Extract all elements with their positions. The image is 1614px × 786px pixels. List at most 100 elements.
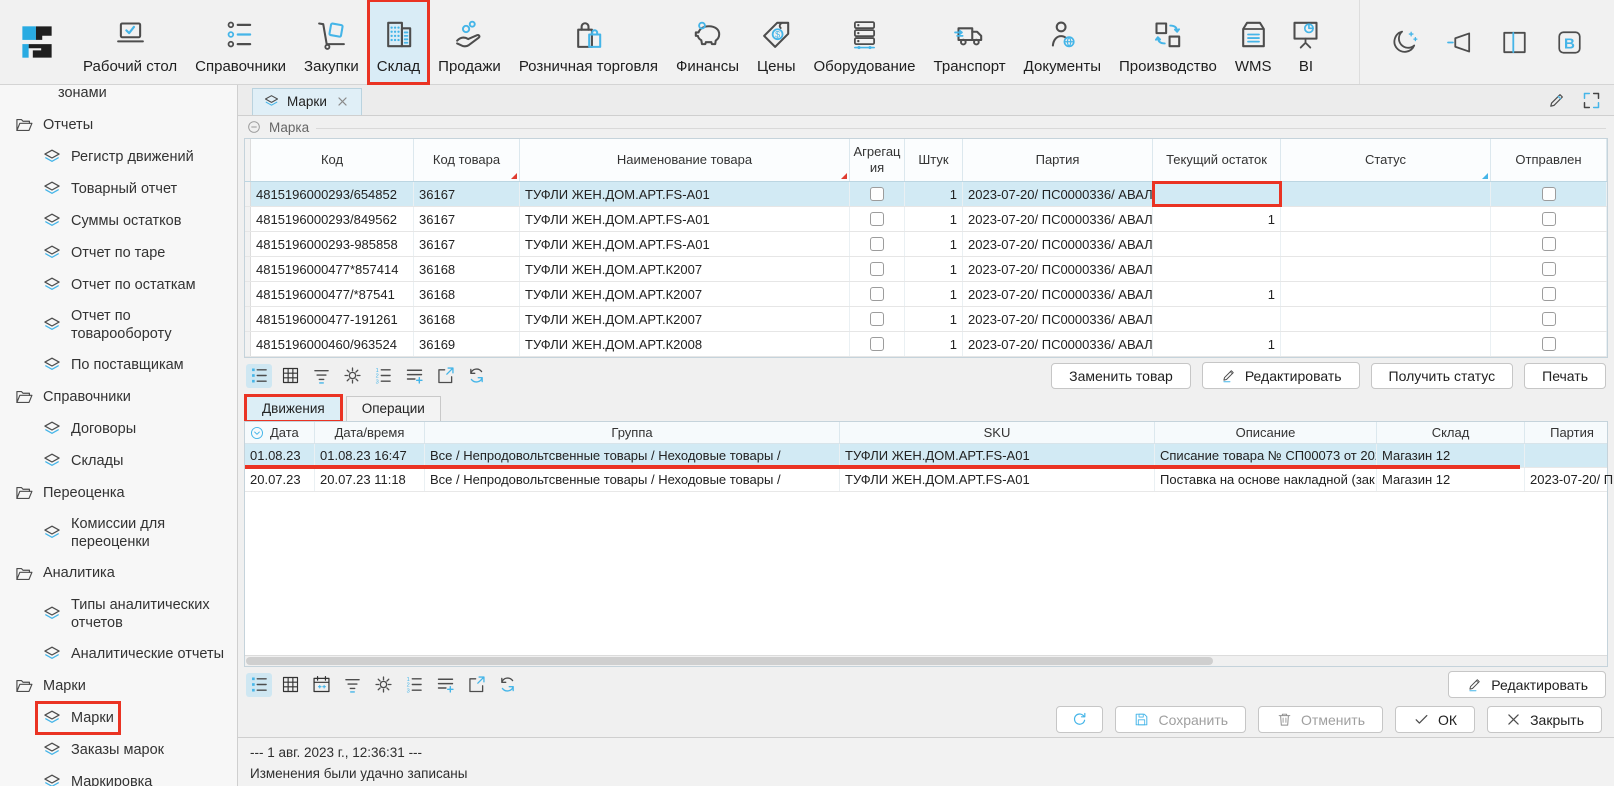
table-cell[interactable]: 36167 xyxy=(414,182,520,206)
checkbox[interactable] xyxy=(1542,337,1556,351)
tab-active[interactable]: Движения xyxy=(246,396,341,421)
sidebar-folder[interactable]: Переоценка xyxy=(0,477,237,509)
column-header[interactable]: Код товара xyxy=(414,139,520,181)
table-cell[interactable]: 4815196000477/*87541 xyxy=(251,282,414,306)
table-cell[interactable]: 4815196000460/963524 xyxy=(251,332,414,356)
table-cell[interactable]: ТУФЛИ ЖЕН.ДОМ.АРТ.FS-A01 xyxy=(840,444,1155,467)
external-link-icon[interactable] xyxy=(463,673,489,697)
gear-icon[interactable] xyxy=(370,673,396,697)
table-cell[interactable]: Поставка на основе накладной (зак xyxy=(1155,468,1377,491)
table-cell[interactable] xyxy=(850,307,905,331)
column-header[interactable]: Описание xyxy=(1155,422,1377,443)
table-cell[interactable]: Магазин 12 xyxy=(1377,444,1525,467)
table-cell[interactable] xyxy=(1491,257,1607,281)
sidebar-item[interactable]: Аналитические отчеты xyxy=(0,638,237,670)
sidebar-item[interactable]: Договоры xyxy=(0,413,237,445)
rows-icon[interactable] xyxy=(246,673,272,697)
repeat-icon[interactable] xyxy=(494,673,520,697)
table-cell[interactable]: 01.08.23 xyxy=(245,444,315,467)
table-cell[interactable] xyxy=(850,207,905,231)
table-cell[interactable]: 2023-07-20/ ПС0000336/ АВАЛ xyxy=(963,257,1153,281)
tab-inactive[interactable]: Операции xyxy=(346,396,441,421)
table-cell[interactable] xyxy=(1491,207,1607,231)
table-cell[interactable]: 36168 xyxy=(414,282,520,306)
sidebar-item[interactable]: Маркировка xyxy=(0,766,237,786)
table-cell[interactable]: ТУФЛИ ЖЕН.ДОМ.АРТ.К2008 xyxy=(520,332,850,356)
table-cell[interactable]: 1 xyxy=(1153,332,1281,356)
table-cell[interactable]: 1 xyxy=(1153,207,1281,231)
table-cell[interactable]: 2023-07-20/ ПС0000336/ АВАЛ xyxy=(963,282,1153,306)
checkbox[interactable] xyxy=(1542,187,1556,201)
repeat-icon[interactable] xyxy=(463,364,489,388)
column-header[interactable]: Статус xyxy=(1281,139,1491,181)
filter-icon[interactable] xyxy=(308,364,334,388)
table-cell[interactable]: ТУФЛИ ЖЕН.ДОМ.АРТ.FS-A01 xyxy=(840,468,1155,491)
table-cell[interactable]: 1 xyxy=(1153,282,1281,306)
table-cell[interactable] xyxy=(1281,257,1491,281)
table-cell[interactable] xyxy=(850,282,905,306)
tab-marki[interactable]: Марки xyxy=(252,88,362,115)
close-button[interactable]: Закрыть xyxy=(1487,706,1602,733)
sidebar-item[interactable]: Отчет по товарообороту xyxy=(0,301,237,349)
list-plus-icon[interactable] xyxy=(401,364,427,388)
sidebar-item[interactable]: Типы аналитических отчетов xyxy=(0,590,237,638)
column-header[interactable]: Дата xyxy=(245,422,315,443)
expand-icon[interactable] xyxy=(1581,90,1602,111)
rows-icon[interactable] xyxy=(246,364,272,388)
table-row[interactable]: 4815196000477-19126136168ТУФЛИ ЖЕН.ДОМ.А… xyxy=(245,307,1607,332)
table-cell[interactable]: 4815196000293-985858 xyxy=(251,232,414,256)
table-cell[interactable] xyxy=(1153,257,1281,281)
table-cell[interactable]: 1 xyxy=(905,257,963,281)
cancel-button[interactable]: Отменить xyxy=(1258,706,1383,733)
checkbox[interactable] xyxy=(1542,212,1556,226)
column-header[interactable]: Наименование товара xyxy=(520,139,850,181)
table-cell[interactable]: 36168 xyxy=(414,307,520,331)
table-cell[interactable]: ТУФЛИ ЖЕН.ДОМ.АРТ.К2007 xyxy=(520,307,850,331)
table-cell[interactable]: 1 xyxy=(905,207,963,231)
column-header[interactable]: Склад xyxy=(1377,422,1525,443)
table-cell[interactable]: 4815196000293/654852 xyxy=(251,182,414,206)
replace-product-button[interactable]: Заменить товар xyxy=(1051,363,1191,389)
table-cell[interactable]: 2023-07-20/ П xyxy=(1525,468,1614,491)
checkbox[interactable] xyxy=(870,337,884,351)
topbar-item[interactable]: Склад xyxy=(368,0,429,84)
topbar-item[interactable]: Розничная торговля xyxy=(510,0,667,84)
refresh-button[interactable] xyxy=(1056,706,1103,733)
topbar-item[interactable]: Рабочий стол xyxy=(74,0,186,84)
sidebar-folder[interactable]: Марки xyxy=(0,670,237,702)
moon-icon[interactable] xyxy=(1390,28,1419,57)
table-cell[interactable] xyxy=(1281,332,1491,356)
banner-icon[interactable] xyxy=(1445,28,1474,57)
sidebar-item[interactable]: Марки xyxy=(0,702,237,734)
topbar-item[interactable]: Документы xyxy=(1015,0,1110,84)
table-cell[interactable] xyxy=(1281,282,1491,306)
filter-icon[interactable] xyxy=(339,673,365,697)
table-cell[interactable] xyxy=(1153,182,1281,206)
table-cell[interactable]: 36167 xyxy=(414,232,520,256)
checkbox[interactable] xyxy=(870,287,884,301)
topbar-item[interactable]: Оборудование xyxy=(805,0,925,84)
table-cell[interactable]: ТУФЛИ ЖЕН.ДОМ.АРТ.FS-A01 xyxy=(520,232,850,256)
table-cell[interactable] xyxy=(850,332,905,356)
sidebar-item[interactable]: Отчет по остаткам xyxy=(0,269,237,301)
sidebar-item[interactable]: Комиссии для переоценки xyxy=(0,509,237,557)
table-cell[interactable] xyxy=(850,232,905,256)
table-cell[interactable] xyxy=(850,257,905,281)
table-cell[interactable]: 01.08.23 16:47 xyxy=(315,444,425,467)
checkbox[interactable] xyxy=(1542,237,1556,251)
table-cell[interactable]: 4815196000293/849562 xyxy=(251,207,414,231)
sidebar-item[interactable]: Отчет по таре xyxy=(0,237,237,269)
table-cell[interactable]: 2023-07-20/ ПС0000336/ АВАЛ xyxy=(963,332,1153,356)
table-cell[interactable] xyxy=(1281,232,1491,256)
column-header[interactable]: Группа xyxy=(425,422,840,443)
table-row[interactable]: 4815196000477*85741436168ТУФЛИ ЖЕН.ДОМ.А… xyxy=(245,257,1607,282)
sidebar-item[interactable]: зонами xyxy=(0,85,237,109)
topbar-item[interactable]: Производство xyxy=(1110,0,1226,84)
table-cell[interactable]: Списание товара № СП00073 от 202 xyxy=(1155,444,1377,467)
table-cell[interactable]: 4815196000477*857414 xyxy=(251,257,414,281)
print-button[interactable]: Печать xyxy=(1524,363,1606,389)
column-header[interactable]: Отправлен xyxy=(1491,139,1607,181)
sidebar-folder[interactable]: Справочники xyxy=(0,381,237,413)
get-status-button[interactable]: Получить статус xyxy=(1371,363,1514,389)
table-row[interactable]: 4815196000293/84956236167ТУФЛИ ЖЕН.ДОМ.А… xyxy=(245,207,1607,232)
